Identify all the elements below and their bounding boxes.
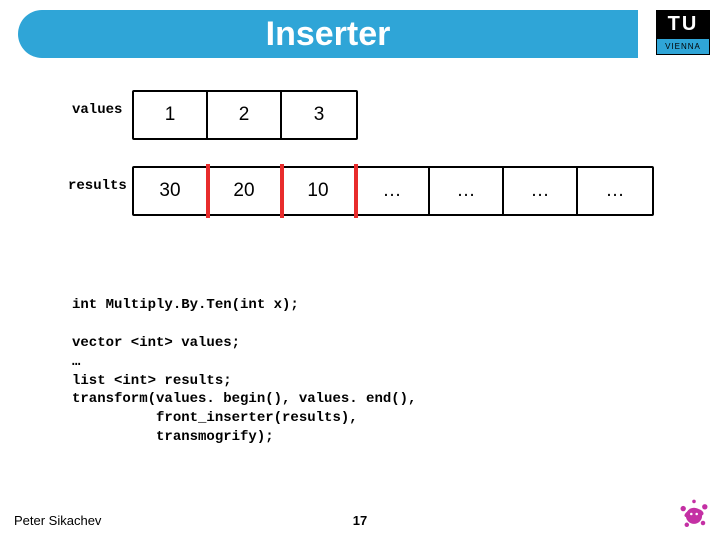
- logo-top: TU: [656, 10, 710, 38]
- results-label: results: [68, 178, 127, 194]
- values-cell: 1: [134, 92, 208, 138]
- values-array: 1 2 3: [132, 90, 358, 140]
- values-cell: 3: [282, 92, 356, 138]
- results-cell: …: [578, 168, 652, 214]
- slide-title: Inserter: [266, 15, 391, 54]
- footer-author: Peter Sikachev: [14, 513, 101, 528]
- results-list: 30 20 10 … … … …: [132, 166, 654, 216]
- title-bar: Inserter: [18, 10, 638, 58]
- results-cell: 30: [134, 168, 208, 214]
- results-cell: 10: [282, 168, 356, 214]
- red-separator-icon: [280, 164, 284, 218]
- results-cell: …: [430, 168, 504, 214]
- values-cell: 2: [208, 92, 282, 138]
- results-cell: …: [504, 168, 578, 214]
- red-separator-icon: [354, 164, 358, 218]
- logo-bottom: VIENNA: [656, 38, 710, 55]
- code-snippet: int Multiply.By.Ten(int x); vector <int>…: [72, 296, 416, 447]
- results-cell: 20: [208, 168, 282, 214]
- footer-page-number: 17: [353, 513, 367, 528]
- values-label: values: [72, 102, 122, 118]
- tu-vienna-logo: TU VIENNA: [656, 10, 710, 58]
- red-separator-icon: [206, 164, 210, 218]
- results-cell: …: [356, 168, 430, 214]
- splat-icon: [676, 496, 712, 532]
